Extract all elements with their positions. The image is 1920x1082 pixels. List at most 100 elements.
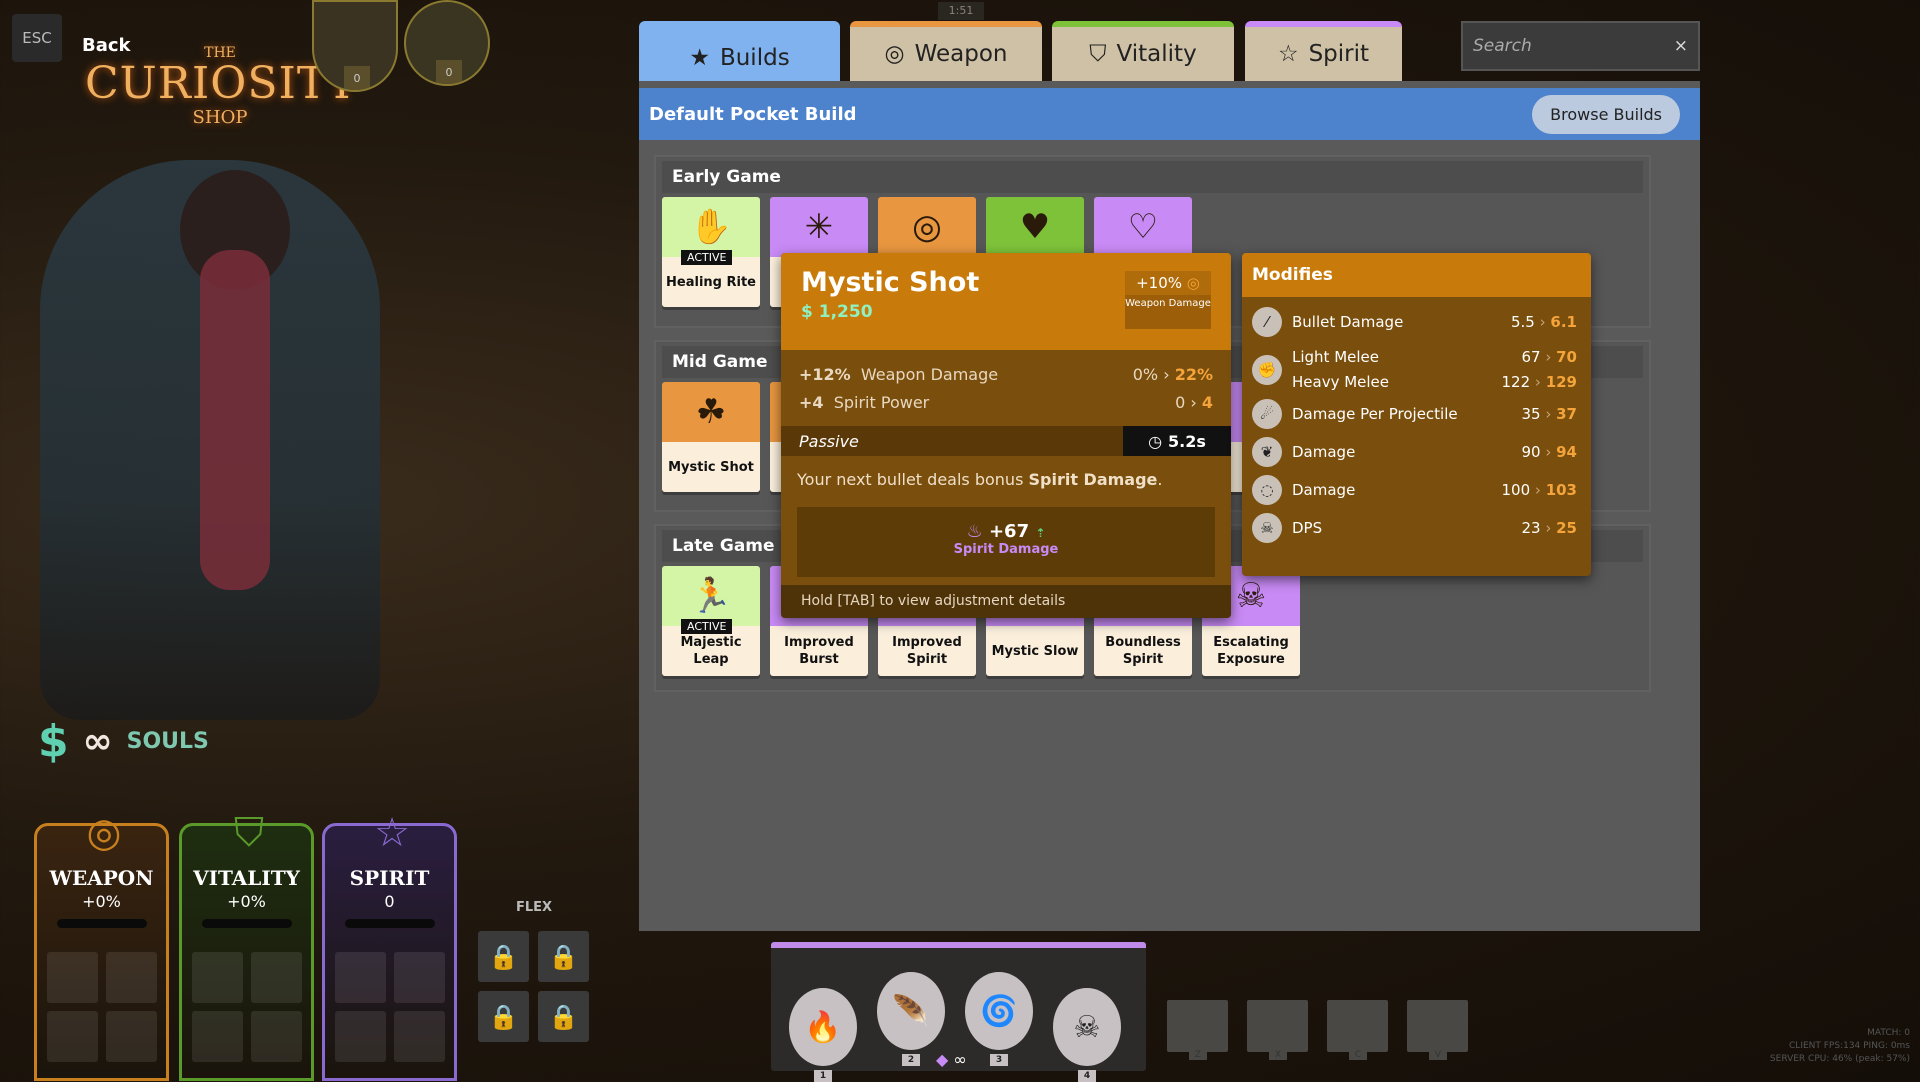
ability-icon: ☠ — [1073, 1009, 1101, 1045]
item-slot[interactable] — [250, 952, 302, 1003]
vitality-emblem-icon: ⛉ — [234, 810, 264, 856]
item-card[interactable]: ✋ ACTIVE Healing Rite — [662, 197, 760, 307]
item-tooltip: Mystic Shot $ 1,250 +10% ◎ Weapon Damage … — [781, 253, 1231, 618]
skull-icon: ☠ — [1252, 513, 1282, 543]
browse-builds-button[interactable]: Browse Builds — [1532, 94, 1680, 134]
lock-icon: 🔒 — [478, 991, 529, 1042]
modifies-row: ◌ Damage 100 › 103 — [1242, 475, 1591, 505]
match-timer: 1:51 — [938, 2, 984, 20]
item-icon: 🏃 — [689, 576, 733, 616]
tooltip-stat-row: +12% Weapon Damage 0% › 22% — [799, 364, 1213, 384]
tab-builds[interactable]: ★ Builds — [639, 21, 840, 89]
infinity-icon: ∞ — [82, 721, 113, 762]
weapon-emblem-icon: ◎ — [86, 810, 122, 856]
weapon-icon: ◎ — [884, 41, 905, 67]
item-slot[interactable] — [191, 1011, 243, 1062]
item-icon: ✋ — [689, 207, 733, 247]
bullet-icon: ⁄ — [1252, 307, 1282, 337]
projectile-icon: ☄ — [1252, 399, 1282, 429]
spirit-flame-icon: ♨ — [966, 521, 983, 542]
weapon-icon: ◎ — [1186, 274, 1200, 292]
modifies-row: ⁄ Bullet Damage 5.5 › 6.1 — [1242, 307, 1591, 337]
souls-icon: $ — [38, 716, 69, 767]
vitality-shield-icon: ⛉ — [1089, 41, 1107, 67]
item-slot[interactable] — [393, 952, 445, 1003]
ability-4[interactable]: ☠ 4 — [1053, 988, 1121, 1082]
vortex-icon: ◌ — [1252, 475, 1282, 505]
lock-icon: 🔒 — [538, 991, 589, 1042]
hero-scarf — [200, 250, 270, 590]
cooldown-clock-icon: ◷ — [1148, 431, 1163, 451]
modifies-row: ✊ Light Melee 67 › 70 Heavy Melee 122 › 129 — [1242, 345, 1591, 395]
item-icon: ♡ — [1127, 207, 1159, 247]
active-item-slot[interactable]: V — [1407, 1000, 1468, 1060]
item-icon: ☠ — [1235, 576, 1267, 616]
esc-button[interactable]: ESC — [12, 14, 62, 62]
ability-3[interactable]: 🌀 3 — [965, 972, 1033, 1066]
stat-progress-bar — [201, 919, 292, 928]
item-card[interactable]: ☘ Mystic Shot — [662, 382, 760, 492]
clear-search-icon[interactable]: × — [1674, 36, 1688, 56]
tooltip-stat-row: +4 Spirit Power 0 › 4 — [799, 392, 1213, 412]
stat-vitality: ⛉ VITALITY +0% — [179, 810, 314, 1081]
active-badge: ACTIVE — [681, 619, 733, 634]
lock-icon: 🔒 — [478, 931, 529, 982]
modifies-row: ❦ Damage 90 › 94 — [1242, 437, 1591, 467]
active-item-slot[interactable]: C — [1327, 1000, 1388, 1060]
spirit-damage-box: ♨ +67 ⇡ Spirit Damage — [797, 507, 1215, 577]
infinity-icon: ∞ — [953, 1050, 967, 1069]
stat-spirit: ☆ SPIRIT 0 — [322, 810, 457, 1081]
spirit-star-icon: ☆ — [1277, 41, 1299, 67]
ability-icon: 🔥 — [804, 1009, 842, 1045]
ability-points: ◆ ∞ — [936, 1050, 967, 1069]
stat-progress-bar — [56, 919, 147, 928]
item-slot[interactable] — [105, 952, 157, 1003]
tab-spirit[interactable]: ☆ Spirit — [1245, 21, 1402, 81]
item-slot[interactable] — [46, 952, 98, 1003]
cooldown: ◷ 5.2s — [1123, 426, 1231, 456]
lock-icon: 🔒 — [538, 931, 589, 982]
perf-stats: MATCH: 0 CLIENT FPS:134 PING: 0ms SERVER C… — [1769, 1028, 1910, 1064]
ability-bar: 🔥 1 🪶 2 🌀 3 ☠ 4 ◆ ∞ — [771, 942, 1146, 1082]
wing-icon: ❦ — [1252, 437, 1282, 467]
souls-icon: $ — [801, 302, 813, 322]
modifies-panel: Modifies ⁄ Bullet Damage 5.5 › 6.1 ✊ Light M… — [1242, 253, 1591, 576]
item-slot[interactable] — [105, 1011, 157, 1062]
item-card[interactable]: 🏃 ACTIVE Majestic Leap — [662, 566, 760, 676]
item-slot[interactable] — [46, 1011, 98, 1062]
item-icon: ☘ — [695, 392, 727, 432]
ability-2[interactable]: 🪶 2 — [877, 972, 945, 1066]
flex-slots: 🔒 🔒 🔒 🔒 — [478, 931, 589, 1042]
active-badge: ACTIVE — [681, 250, 733, 265]
tab-weapon[interactable]: ◎ Weapon — [850, 21, 1042, 81]
melee-fist-icon: ✊ — [1252, 355, 1282, 385]
player-portrait-empty[interactable]: 0 — [404, 0, 490, 86]
souls-counter: $ ∞ SOULS — [38, 716, 209, 767]
ability-1[interactable]: 🔥 1 — [789, 988, 857, 1082]
active-item-slot[interactable]: Z — [1167, 1000, 1228, 1060]
tooltip-category-badge: +10% ◎ Weapon Damage — [1125, 271, 1211, 329]
flex-label: FLEX — [516, 900, 553, 915]
tooltip-footer: Hold [TAB] to view adjustment details — [781, 585, 1231, 618]
item-slot[interactable] — [393, 1011, 445, 1062]
item-slot[interactable] — [250, 1011, 302, 1062]
ability-icon: 🪶 — [892, 993, 930, 1029]
stat-weapon: ◎ WEAPON +0% — [34, 810, 169, 1081]
item-slot[interactable] — [334, 1011, 386, 1062]
item-icon: ✳ — [804, 207, 834, 247]
tooltip-description: Your next bullet deals bonus Spirit Dama… — [797, 470, 1163, 489]
item-slot[interactable] — [191, 952, 243, 1003]
tab-vitality[interactable]: ⛉ Vitality — [1052, 21, 1234, 81]
stat-progress-bar — [344, 919, 435, 928]
modifies-row: ☄ Damage Per Projectile 35 › 37 — [1242, 399, 1591, 429]
build-title: Default Pocket Build — [649, 103, 857, 125]
active-item-slot[interactable]: X — [1247, 1000, 1308, 1060]
search-input[interactable]: Search × — [1461, 21, 1700, 71]
scaling-arrow-icon: ⇡ — [1035, 526, 1046, 540]
passive-bar: Passive ◷ 5.2s — [781, 426, 1231, 456]
item-slot[interactable] — [334, 952, 386, 1003]
modifies-row: ☠ DPS 23 › 25 — [1242, 513, 1591, 543]
item-icon: ♥ — [1019, 207, 1051, 247]
player-portrait[interactable]: 0 — [312, 0, 398, 92]
build-header: Default Pocket Build Browse Builds — [639, 88, 1700, 140]
